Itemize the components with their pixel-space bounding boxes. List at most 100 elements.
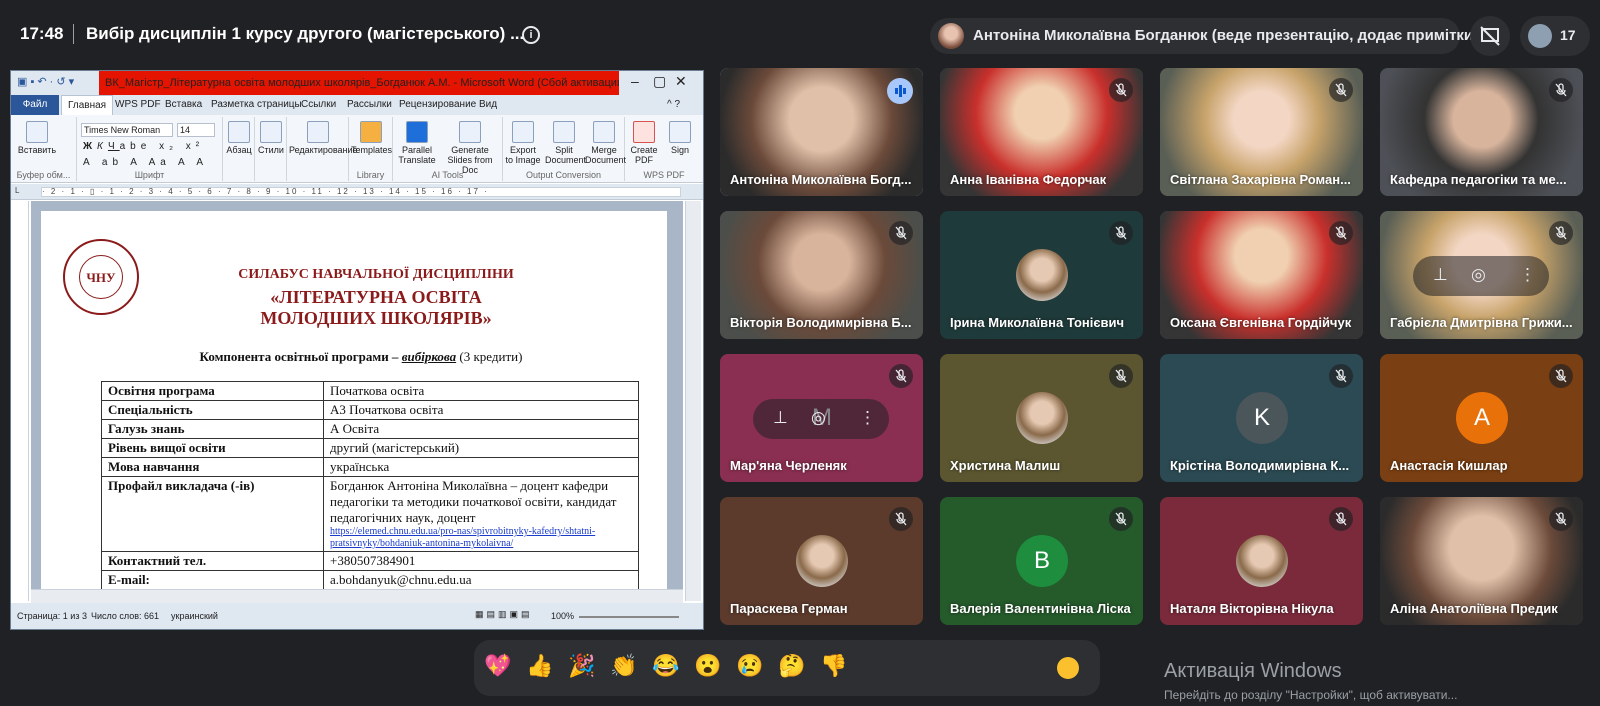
participant-tile[interactable]: K Крістіна Володимирівна К... [1160, 354, 1363, 482]
sign-button[interactable]: Sign [665, 121, 695, 155]
course-title: «ЛІТЕРАТУРНА ОСВІТА МОЛОДШИХ ШКОЛЯРІВ» [181, 287, 571, 329]
participant-tile[interactable]: Христина Малиш [940, 354, 1143, 482]
participant-tile[interactable]: Оксана Євгенівна Гордійчук [1160, 211, 1363, 339]
page-indicator[interactable]: Страница: 1 из 3 [17, 611, 87, 621]
no-present-icon[interactable] [1470, 16, 1510, 56]
close-icon[interactable]: ✕ [675, 73, 687, 90]
profile-link[interactable]: https://elemed.chnu.edu.ua/pro-nas/spivr… [330, 526, 632, 550]
tile-hover-controls[interactable]: ⊥ ◎ ⋮ [753, 399, 889, 439]
view-buttons[interactable]: ▦▤▥▣▤ [475, 609, 533, 620]
presenter-chip[interactable]: Антоніна Миколаївна Богданюк (веде презе… [930, 18, 1478, 54]
reaction-button[interactable]: 😂 [652, 653, 679, 679]
table-key-cell: Спеціальність [101, 400, 324, 420]
pin-icon[interactable]: ⊥ [1433, 265, 1448, 285]
participant-name: Габрієла Дмитрівна Грижи... [1390, 315, 1573, 330]
reaction-button[interactable]: 🎉 [568, 653, 595, 679]
paragraph-button[interactable]: Абзац [225, 121, 253, 155]
divider [73, 24, 74, 44]
minimize-icon[interactable]: – [631, 73, 639, 89]
tab-mailings[interactable]: Рассылки [347, 99, 392, 110]
table-value-cell: другий (магістерський) [323, 438, 639, 458]
zoom-slider[interactable] [579, 616, 679, 618]
participant-tile[interactable]: B Валерія Валентинівна Ліска [940, 497, 1143, 625]
create-pdf-button[interactable]: Create PDF [629, 121, 659, 165]
tab-file[interactable]: Файл [11, 95, 59, 115]
table-value-cell: Початкова освіта [323, 381, 639, 401]
table-value-cell: А Освіта [323, 419, 639, 439]
participant-name: Оксана Євгенівна Гордійчук [1170, 315, 1352, 330]
image-icon [512, 121, 534, 143]
mic-off-icon [889, 507, 913, 531]
participant-tile[interactable]: Аліна Анатоліївна Предик [1380, 497, 1583, 625]
participant-tile[interactable]: Вікторія Володимирівна Б... [720, 211, 923, 339]
word-count[interactable]: Число слов: 661 [91, 611, 159, 621]
tab-wps-pdf[interactable]: WPS PDF [115, 99, 161, 110]
document-page[interactable]: ЧНУ СИЛАБУС НАВЧАЛЬНОЇ ДИСЦИПЛІНИ «ЛІТЕР… [41, 211, 667, 601]
participant-tile[interactable]: Світлана Захарівна Роман... [1160, 68, 1363, 196]
editing-button[interactable]: Редактирование [289, 121, 358, 155]
maximize-icon[interactable]: ▢ [653, 73, 666, 90]
reaction-button[interactable]: 💖 [484, 653, 511, 679]
horizontal-ruler[interactable]: L · 2 · 1 · ▯ · 1 · 2 · 3 · 4 · 5 · 6 · … [11, 184, 703, 200]
split-document-button[interactable]: Split Document [545, 121, 586, 165]
skin-tone-button[interactable] [1057, 657, 1079, 679]
language-indicator[interactable]: украинский [171, 611, 218, 621]
participant-tile[interactable]: ⊥ ◎ ⋮ Габрієла Дмитрівна Грижи... [1380, 211, 1583, 339]
group-label: AI Tools [431, 170, 464, 180]
quick-access-toolbar[interactable]: ▣ ▪ ↶ · ↺ ▾ [17, 75, 74, 88]
generate-slides-button[interactable]: Generate Slides from Doc [439, 121, 501, 175]
reaction-button[interactable]: 👎 [820, 653, 847, 679]
participant-tile[interactable]: Анна Іванівна Федорчак [940, 68, 1143, 196]
tab-page-layout[interactable]: Разметка страницы [211, 99, 302, 110]
participant-tile[interactable]: Параскева Герман [720, 497, 923, 625]
participant-tile[interactable]: A Анастасія Кишлар [1380, 354, 1583, 482]
parallel-translate-button[interactable]: Parallel Translate [395, 121, 439, 165]
people-button[interactable]: 17 [1520, 16, 1590, 56]
reaction-button[interactable]: 😢 [736, 653, 763, 679]
more-options-icon[interactable]: ⋮ [1519, 265, 1536, 285]
tab-view[interactable]: Вид [479, 99, 497, 110]
tab-insert[interactable]: Вставка [165, 99, 202, 110]
table-value-text: А Освіта [330, 421, 380, 436]
reaction-button[interactable]: 😮 [694, 653, 721, 679]
vertical-ruler [15, 201, 29, 601]
horizontal-scrollbar[interactable] [31, 589, 683, 603]
reactions-bar: 💖 👍 🎉 👏 😂 😮 😢 🤔 👎 [474, 640, 1100, 696]
tab-references[interactable]: Ссылки [301, 99, 336, 110]
pin-icon[interactable]: ⊥ [773, 408, 788, 428]
more-options-icon[interactable]: ⋮ [859, 408, 876, 428]
export-image-button[interactable]: Export to Image [505, 121, 541, 165]
reaction-button[interactable]: 👏 [610, 653, 637, 679]
speaking-indicator-icon [887, 78, 913, 104]
templates-button[interactable]: Templates [351, 121, 392, 155]
participant-tile[interactable]: Антоніна Миколаївна Богд... [720, 68, 923, 196]
merge-document-button[interactable]: Merge Document [585, 121, 626, 165]
font-name-box[interactable]: Times New Roman [81, 123, 173, 137]
info-icon[interactable]: i [522, 26, 540, 44]
tab-home[interactable]: Главная [61, 95, 114, 115]
help-icon[interactable]: ^ ? [667, 99, 680, 110]
participant-tile[interactable]: Кафедра педагогіки та ме... [1380, 68, 1583, 196]
mute-icon[interactable]: ◎ [1471, 265, 1486, 285]
participant-name: Валерія Валентинівна Ліска [950, 601, 1131, 616]
participant-tile[interactable]: Наталя Вікторівна Нікула [1160, 497, 1363, 625]
format-buttons[interactable]: ЖКЧabe x₂ x² [83, 141, 204, 152]
tab-stop-selector[interactable]: L [15, 186, 19, 195]
paste-button[interactable]: Вставить [17, 121, 57, 155]
font-size-box[interactable]: 14 [177, 123, 215, 137]
vertical-scrollbar[interactable] [685, 201, 701, 601]
tab-review[interactable]: Рецензирование [399, 99, 476, 110]
tile-hover-controls[interactable]: ⊥ ◎ ⋮ [1413, 256, 1549, 296]
reaction-button[interactable]: 👍 [526, 653, 553, 679]
zoom-level[interactable]: 100% [551, 611, 574, 621]
styles-button[interactable]: Стили [257, 121, 285, 155]
mute-icon[interactable]: ◎ [811, 408, 826, 428]
participant-tile[interactable]: M⊥◎⋮Мар'яна Черленяк [720, 354, 923, 482]
color-buttons[interactable]: A ab A Aa A A [83, 157, 208, 168]
participant-initial-avatar: B [1016, 535, 1068, 587]
participant-tile[interactable]: Ірина Миколаївна Тонієвич [940, 211, 1143, 339]
participant-initial-avatar: K [1236, 392, 1288, 444]
reaction-button[interactable]: 🤔 [778, 653, 805, 679]
participant-avatar [1016, 249, 1068, 301]
participant-name: Анна Іванівна Федорчак [950, 172, 1107, 187]
